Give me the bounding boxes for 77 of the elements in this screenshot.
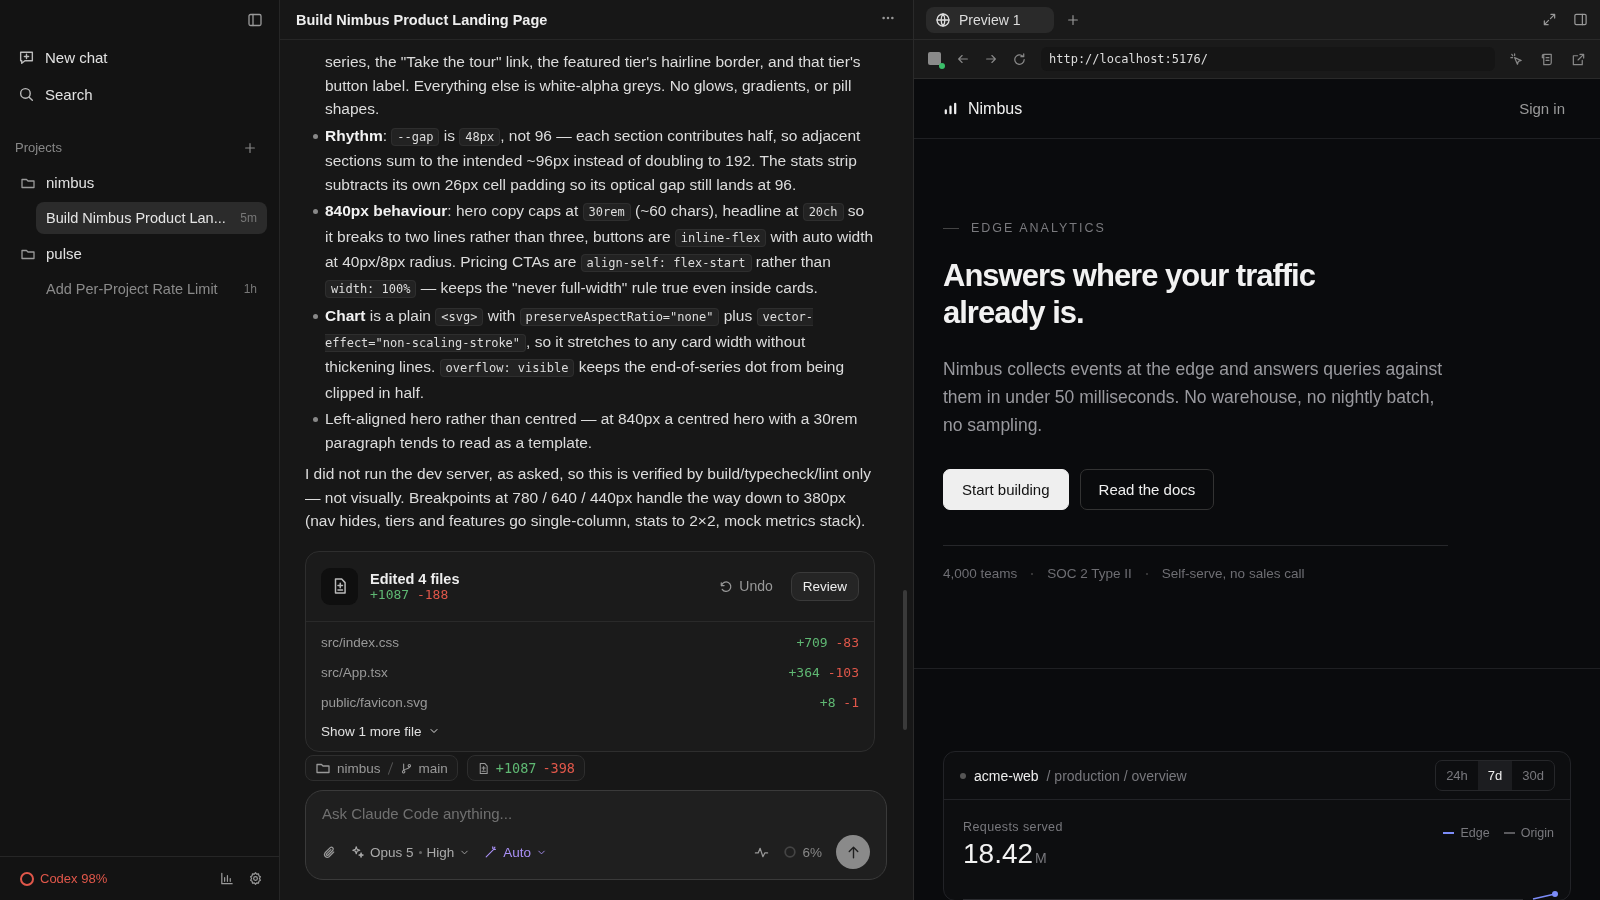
sparkle-icon [351, 845, 365, 859]
new-chat-icon [18, 49, 35, 66]
stat-label: Self-serve, no sales call [1161, 566, 1305, 581]
list-item: Left-aligned hero rather than centred — at 840px a centred hero with a 30rem paragraph tends to read as a template. [305, 407, 875, 454]
breadcrumb-path: / production / overview [1046, 767, 1187, 784]
metric-value: 18.42 M [963, 838, 1048, 870]
message-paragraph: I did not run the dev server, as asked, so this is verified by build/typecheck/lint only — not visually. Breakpoints at 780 / 640 / 440px handle the way down to 380px (nav hides, tiers and features go single-column, stats to 2×2, mock metrics stack). [305, 464, 873, 531]
edits-title: Edited 4 files [370, 570, 460, 587]
cursor-sparkle-icon [1509, 51, 1524, 67]
expand-icon [1542, 12, 1557, 27]
new-chat-button[interactable]: New chat [12, 40, 267, 75]
sidebar-toggle-icon [247, 12, 263, 28]
stat-label: SOC 2 Type II [1047, 566, 1132, 581]
show-more-button[interactable]: Show 1 more file [306, 717, 455, 749]
context-usage: 6% [783, 844, 822, 860]
progress-ring-icon [783, 845, 798, 859]
list-item: Chart is a plain <svg> with preserveAspectRatio="none" plus vector-effect="non-scaling-stroke" , so it stretches to any card width without thickening lines. overflow: visible keeps the end-of-series dot from being clipped in half. [305, 304, 875, 404]
branch-icon [399, 761, 413, 775]
list-item: 840px behaviour: hero copy caps at 30rem (~60 chars), headline at 20ch so it breaks to two lines rather than three, buttons are inline-flex with auto width at 40px/8px radius. Pricing CTAs are align-self: flex-start rather than width: 100% — keeps the "never full-width" rule true even inside cards. [305, 199, 875, 301]
hero-headline: Answers where your traffic already is. [943, 257, 1316, 331]
usage-indicator[interactable]: Codex 98% [20, 871, 108, 886]
bar-chart-icon [943, 101, 958, 116]
brand-name[interactable]: Nimbus [968, 99, 1023, 118]
split-view-icon [1573, 12, 1588, 27]
repo-chip[interactable]: nimbus main [305, 755, 458, 781]
list-item: Rhythm: --gap is 48px , not 96 — each section contributes half, so adjacent sections sum to the intended ~96px instead of doubling to 192. The stats strip subtracts its own 26px cell padding so its optical gap still lands at 96. [305, 123, 875, 196]
back-icon [956, 52, 970, 66]
file-path[interactable]: src/index.css [321, 635, 400, 650]
attach-icon [322, 844, 337, 860]
message-input[interactable]: Ask Claude Code anything... [322, 805, 870, 822]
chat-item[interactable]: Add Per-Project Rate Limit 1h [36, 273, 267, 305]
stat-label: 4,000 teams [943, 566, 1018, 581]
forward-icon [984, 52, 998, 66]
list-item: series, the "Take the tour" link, the featured tier's hairline border, and that tier's button label. Everything else is white-alpha greys. No glows, gradients, or pill shapes. [324, 52, 862, 119]
metric-label: Requests served [963, 820, 1063, 834]
undo-button[interactable]: Undo [712, 577, 779, 595]
send-button[interactable] [836, 835, 870, 869]
stop-icon[interactable] [928, 52, 942, 66]
secondary-button[interactable]: Read the docs [1079, 469, 1215, 510]
diff-stats: +709 -83 [796, 635, 859, 650]
diff-stats: +8 -1 [819, 695, 859, 710]
legend-label: Edge [1460, 826, 1490, 840]
project-folder[interactable]: pulse [0, 236, 279, 271]
legend-label: Origin [1520, 826, 1554, 840]
undo-icon [718, 578, 734, 594]
url-field[interactable]: http://localhost:5176/ [1041, 47, 1495, 71]
diff-chip[interactable]: +1087 -398 [466, 755, 585, 781]
hero-description: Nimbus collects events at the edge and answers queries against them in under 50 milliseconds. No warehouse, no nightly batch, no sampling. [943, 358, 1444, 437]
search-button[interactable]: Search [12, 77, 267, 112]
sign-in-link[interactable]: Sign in [1513, 99, 1571, 118]
review-button[interactable]: Review [790, 571, 859, 601]
mode-selector[interactable]: Auto [484, 844, 548, 860]
primary-button[interactable]: Start building [943, 469, 1069, 510]
eyebrow-label: EDGE ANALYTICS [971, 221, 1106, 235]
search-icon [18, 86, 35, 103]
magic-wand-icon [484, 845, 499, 859]
project-folder[interactable]: nimbus [0, 165, 279, 200]
range-tab[interactable]: 24h [1436, 761, 1478, 790]
model-selector[interactable]: Opus 5 High [351, 844, 471, 860]
diff-stats: +364 -103 [788, 665, 859, 680]
range-tab[interactable]: 30d [1512, 761, 1554, 790]
file-path[interactable]: public/favicon.svg [321, 695, 428, 710]
chat-title: Build Nimbus Product Landing Page [296, 11, 548, 28]
diff-stats: +1087 -188 [370, 586, 450, 602]
range-tab[interactable]: 7d [1477, 761, 1513, 790]
external-link-icon [1571, 51, 1586, 67]
globe-icon [935, 11, 951, 28]
plus-icon [243, 140, 257, 155]
chat-item[interactable]: Build Nimbus Product Lan... 5m [36, 202, 267, 234]
file-path[interactable]: src/App.tsx [321, 665, 388, 680]
reload-icon [1012, 51, 1027, 67]
plus-icon [1066, 12, 1081, 27]
section-label: Projects [15, 140, 62, 155]
settings-icon [248, 871, 263, 886]
bar-chart-icon [219, 871, 234, 886]
project-name: acme-web [974, 767, 1039, 784]
preview-tab[interactable]: Preview 1 [926, 6, 1055, 33]
